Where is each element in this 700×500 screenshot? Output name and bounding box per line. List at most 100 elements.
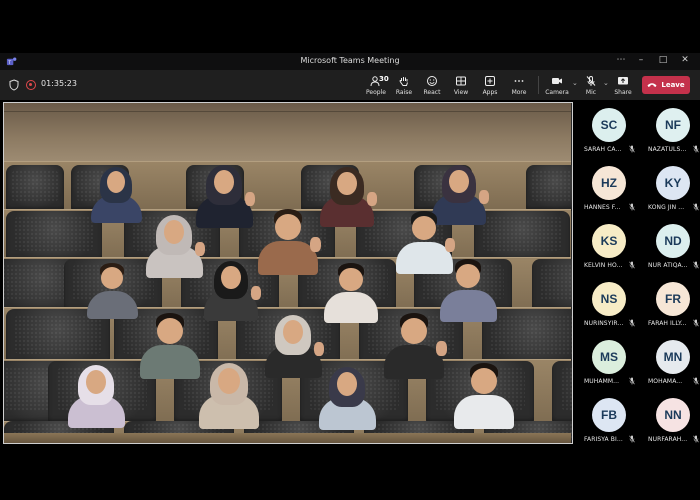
auditorium-seat bbox=[532, 259, 572, 311]
participant-face bbox=[411, 215, 437, 241]
participant-gallery: SC SARAH CA... NF NAZATULS... HZ HANNES F... K… bbox=[575, 102, 700, 444]
react-button[interactable]: React bbox=[418, 73, 446, 99]
window-title: Microsoft Teams Meeting bbox=[300, 56, 400, 65]
participant-body bbox=[454, 395, 514, 429]
camera-button[interactable]: Camera bbox=[543, 73, 571, 99]
seated-participant bbox=[444, 363, 524, 443]
raised-hand-gesture bbox=[478, 190, 489, 204]
participant-tile[interactable]: KY KONG JIN ... bbox=[643, 166, 700, 220]
raised-hand-gesture bbox=[310, 237, 321, 252]
smiley-icon bbox=[427, 76, 437, 86]
muted-mic-icon bbox=[629, 319, 635, 327]
more-options-icon[interactable]: ⋯ bbox=[614, 55, 628, 65]
participant-avatar: MS bbox=[592, 340, 626, 374]
muted-mic-icon bbox=[629, 377, 635, 385]
shield-icon[interactable] bbox=[9, 79, 19, 91]
participant-count: 30 bbox=[379, 75, 389, 83]
participant-tile[interactable]: FB FARISYA BI... bbox=[579, 398, 637, 452]
participant-tile[interactable]: HZ HANNES F... bbox=[579, 166, 637, 220]
front-rail bbox=[4, 433, 571, 443]
mic-muted-icon bbox=[586, 76, 596, 86]
participant-avatar: KY bbox=[656, 166, 690, 200]
more-button[interactable]: More bbox=[505, 73, 533, 99]
participant-tile[interactable]: MN MOHAMA... bbox=[643, 340, 700, 394]
participant-name: MOHAMA... bbox=[648, 378, 683, 385]
raised-hand-gesture bbox=[366, 192, 377, 206]
camera-label: Camera bbox=[545, 89, 569, 96]
auditorium-wall bbox=[4, 103, 571, 161]
participant-face bbox=[275, 214, 301, 240]
participant-tile[interactable]: FR FARAH ILLY... bbox=[643, 282, 700, 336]
title-bar: T Microsoft Teams Meeting ⋯ – □ ✕ bbox=[0, 53, 700, 70]
participant-face bbox=[337, 171, 357, 195]
react-label: React bbox=[423, 89, 441, 96]
participant-body bbox=[258, 241, 318, 275]
participant-name: NURFARAH... bbox=[648, 436, 688, 443]
teams-window: T Microsoft Teams Meeting ⋯ – □ ✕ 01:35:… bbox=[0, 0, 700, 500]
muted-mic-icon bbox=[693, 319, 699, 327]
raised-hand-gesture bbox=[313, 341, 325, 356]
mic-label: Mic bbox=[585, 89, 597, 96]
auditorium-seat bbox=[552, 361, 572, 423]
participant-face bbox=[218, 368, 240, 394]
muted-mic-icon bbox=[693, 435, 699, 443]
participant-tile[interactable]: KS KELVIN HO... bbox=[579, 224, 637, 278]
participant-avatar: MN bbox=[656, 340, 690, 374]
view-label: View bbox=[453, 89, 469, 96]
participant-avatar: SC bbox=[592, 108, 626, 142]
raise-hand-button[interactable]: Raise bbox=[390, 73, 418, 99]
people-button[interactable]: 30 People bbox=[362, 73, 390, 99]
muted-mic-icon bbox=[693, 203, 699, 211]
muted-mic-icon bbox=[629, 203, 635, 211]
raised-hand-gesture bbox=[436, 341, 447, 356]
mic-options-chevron-icon[interactable]: ⌄ bbox=[603, 79, 609, 87]
participant-name: KELVIN HO... bbox=[584, 262, 623, 269]
participant-face bbox=[401, 318, 427, 344]
seated-participant bbox=[58, 365, 134, 441]
share-label: Share bbox=[614, 89, 632, 96]
together-mode-stage[interactable] bbox=[3, 102, 573, 444]
participant-face bbox=[157, 318, 183, 344]
raised-hand-gesture bbox=[194, 241, 206, 256]
more-label: More bbox=[511, 89, 527, 96]
participant-tile[interactable]: NS NURINSYIR... bbox=[579, 282, 637, 336]
participant-tile[interactable]: NF NAZATULS... bbox=[643, 108, 700, 162]
participant-avatar: NN bbox=[656, 398, 690, 432]
mic-button[interactable]: Mic bbox=[577, 73, 605, 99]
auditorium-seat bbox=[526, 165, 572, 211]
participant-name: HANNES F... bbox=[584, 204, 621, 211]
recording-icon bbox=[26, 80, 36, 90]
muted-mic-icon bbox=[629, 435, 635, 443]
share-button[interactable]: Share bbox=[609, 73, 637, 99]
participant-name: MUHAMM... bbox=[584, 378, 620, 385]
participant-face bbox=[449, 169, 469, 193]
minimize-icon[interactable]: – bbox=[634, 55, 648, 65]
muted-mic-icon bbox=[693, 261, 699, 269]
more-dots-icon bbox=[514, 80, 524, 82]
view-button[interactable]: View bbox=[447, 73, 475, 99]
people-label: People bbox=[366, 89, 386, 96]
participant-face bbox=[471, 368, 497, 394]
participant-face bbox=[100, 267, 124, 290]
participant-avatar: FR bbox=[656, 282, 690, 316]
leave-button[interactable]: Leave bbox=[642, 76, 690, 94]
participant-name: NUR ATIQA... bbox=[648, 262, 688, 269]
apps-button[interactable]: Apps bbox=[476, 73, 504, 99]
close-icon[interactable]: ✕ bbox=[678, 55, 692, 65]
participant-tile[interactable]: ND NUR ATIQA... bbox=[643, 224, 700, 278]
seated-participant bbox=[309, 367, 385, 443]
participant-avatar: NS bbox=[592, 282, 626, 316]
maximize-icon[interactable]: □ bbox=[656, 55, 670, 65]
participant-tile[interactable]: SC SARAH CA... bbox=[579, 108, 637, 162]
muted-mic-icon bbox=[693, 377, 699, 385]
participant-tile[interactable]: NN NURFARAH... bbox=[643, 398, 700, 452]
participant-name: SARAH CA... bbox=[584, 146, 622, 153]
camera-icon bbox=[552, 78, 562, 84]
toolbar-divider bbox=[538, 76, 539, 94]
participant-avatar: ND bbox=[656, 224, 690, 258]
participant-name: NURINSYIR... bbox=[584, 320, 624, 327]
apps-label: Apps bbox=[482, 89, 498, 96]
participant-avatar: NF bbox=[656, 108, 690, 142]
participant-tile[interactable]: MS MUHAMM... bbox=[579, 340, 637, 394]
raised-hand-gesture bbox=[244, 191, 256, 206]
